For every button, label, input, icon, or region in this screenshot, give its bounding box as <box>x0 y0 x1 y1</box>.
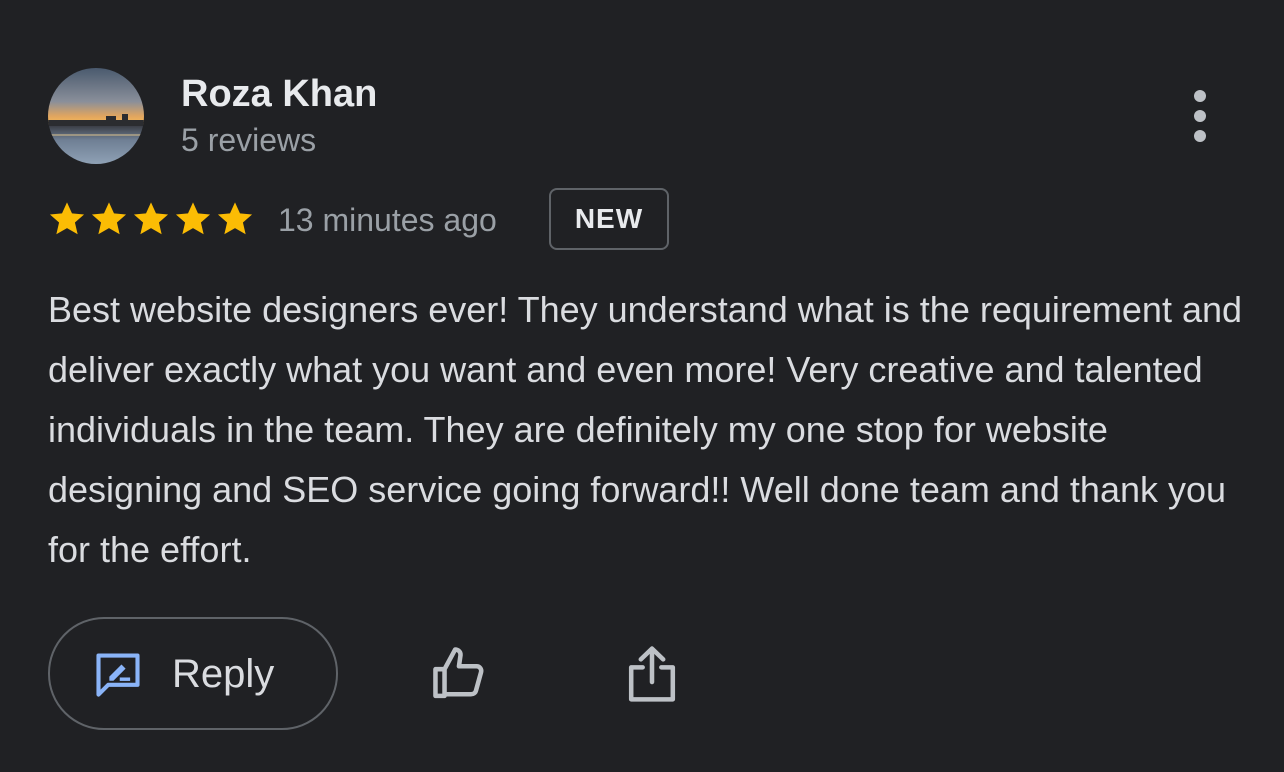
review-card: Roza Khan 5 reviews 13 minutes ago NEW B… <box>0 0 1284 772</box>
review-timestamp: 13 minutes ago <box>278 202 497 238</box>
reply-button[interactable]: Reply <box>48 617 338 730</box>
avatar[interactable] <box>48 68 144 164</box>
star-icon <box>217 202 253 235</box>
review-text: Best website designers ever! They unders… <box>48 289 1243 570</box>
star-icon <box>175 202 211 235</box>
reply-edit-icon <box>96 653 140 697</box>
more-options-button[interactable] <box>1172 84 1228 148</box>
thumbs-up-icon[interactable] <box>428 642 492 706</box>
new-badge: NEW <box>549 188 669 250</box>
more-vert-icon-dot <box>1194 110 1206 122</box>
star-icon <box>49 202 85 235</box>
reply-label: Reply <box>172 651 275 696</box>
more-vert-icon-dot <box>1194 130 1206 142</box>
star-rating <box>46 198 256 240</box>
star-icon <box>133 202 169 235</box>
star-icon <box>91 202 127 235</box>
share-icon[interactable] <box>622 642 682 706</box>
review-count: 5 reviews <box>181 122 317 158</box>
avatar-image <box>48 68 144 164</box>
reviewer-name[interactable]: Roza Khan <box>181 72 377 116</box>
more-vert-icon <box>1194 90 1206 102</box>
